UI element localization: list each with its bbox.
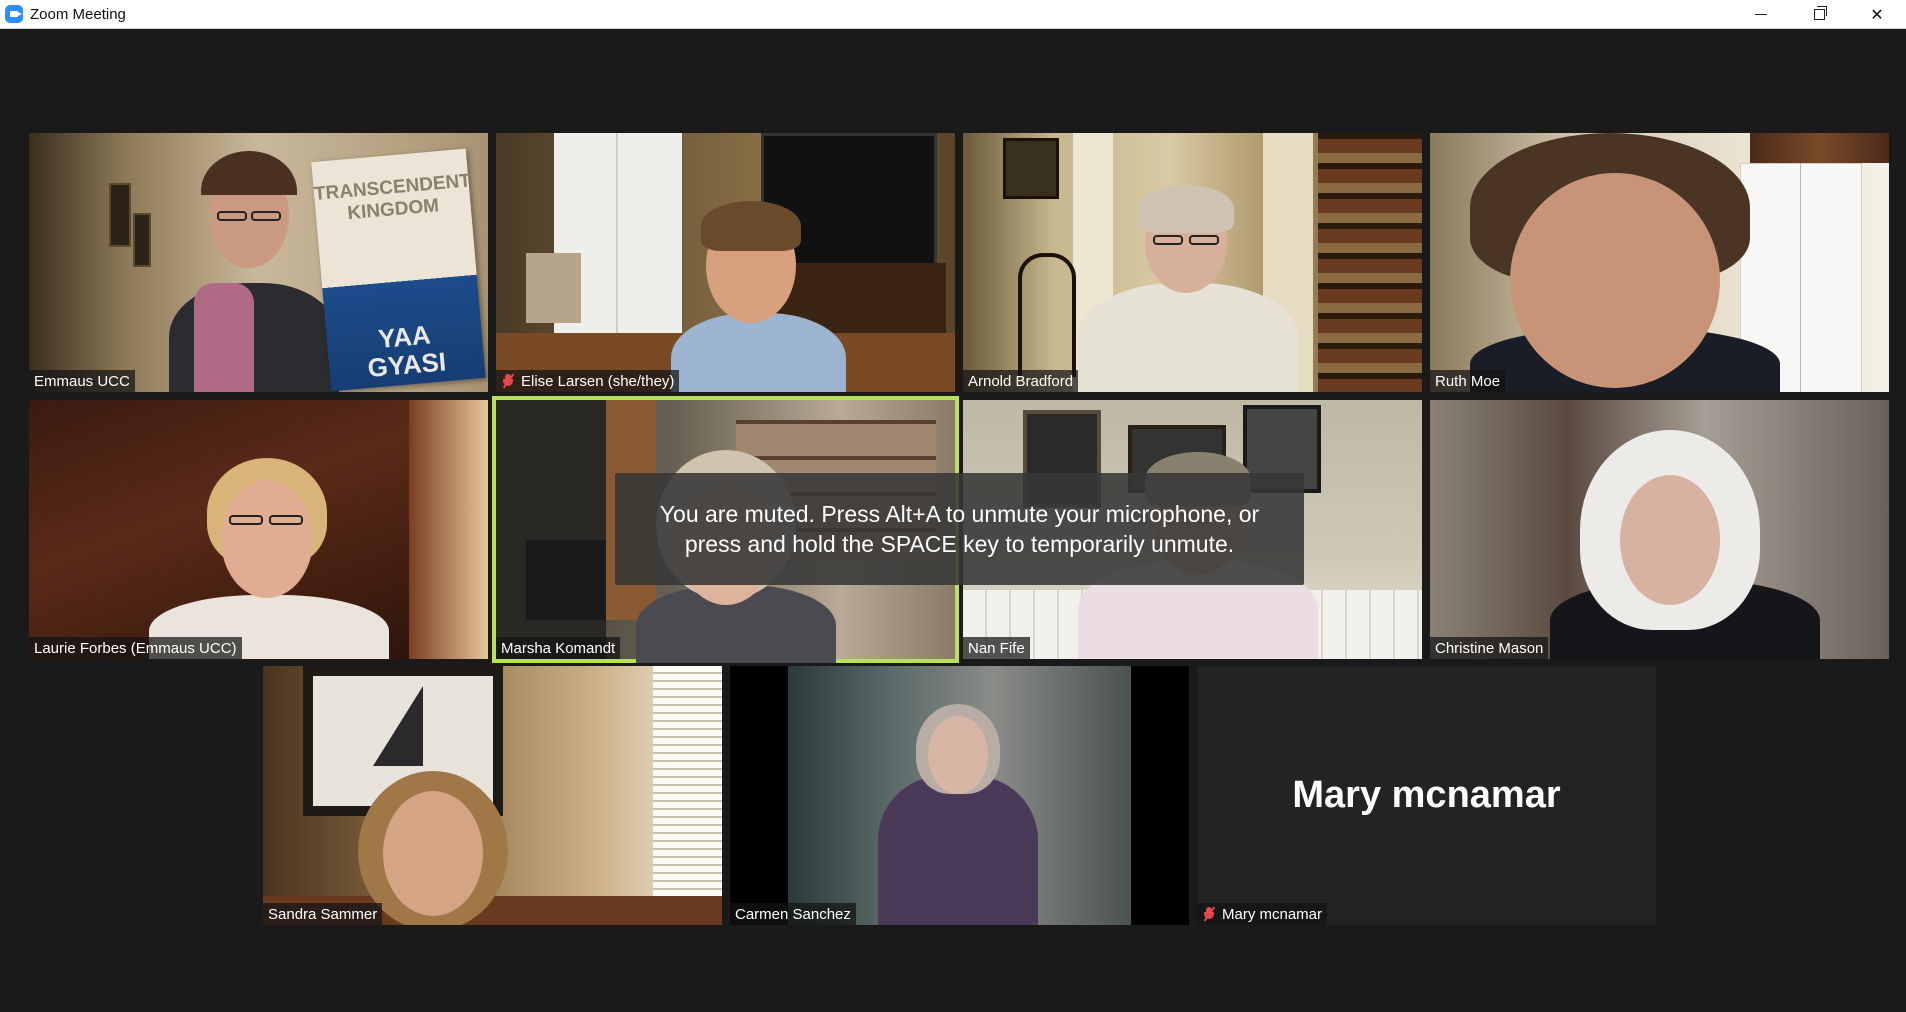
participant-name-tag: Carmen Sanchez <box>730 903 856 925</box>
video-tile-ruth-moe[interactable]: Ruth Moe <box>1430 133 1889 392</box>
participant-display-name: Mary mcnamar <box>1197 666 1656 925</box>
video-tile-sandra-sammer[interactable]: Sandra Sammer <box>263 666 722 925</box>
muted-notification-line1: You are muted. Press Alt+A to unmute you… <box>659 501 1260 527</box>
book-title: TRANSCENDENT KINGDOM <box>313 170 472 225</box>
restore-button[interactable] <box>1790 0 1848 29</box>
muted-notification-line2: press and hold the SPACE key to temporar… <box>684 531 1235 557</box>
video-tile-emmaus-ucc[interactable]: TRANSCENDENT KINGDOM YAA GYASI Emmaus UC… <box>29 133 488 392</box>
video-tile-christine-mason[interactable]: Christine Mason <box>1430 400 1889 659</box>
gallery-view: TRANSCENDENT KINGDOM YAA GYASI Emmaus UC… <box>0 29 1906 1012</box>
video-feed: TRANSCENDENT KINGDOM YAA GYASI <box>29 133 488 392</box>
participant-name: Mary mcnamar <box>1222 905 1323 923</box>
participant-name: Arnold Bradford <box>968 372 1074 390</box>
mic-muted-icon <box>501 372 515 389</box>
participant-name: Nan Fife <box>968 639 1025 657</box>
participant-name-tag: Christine Mason <box>1430 637 1549 659</box>
bookshelf <box>409 400 488 659</box>
participant-name: Christine Mason <box>1435 639 1544 657</box>
video-feed <box>788 666 1131 925</box>
bookshelf <box>1318 133 1422 392</box>
video-tile-laurie-forbes[interactable]: Laurie Forbes (Emmaus UCC) <box>29 400 488 659</box>
participant-name-tag: Elise Larsen (she/they) <box>496 370 680 392</box>
participant-name: Elise Larsen (she/they) <box>521 372 675 390</box>
participant-name-tag: Ruth Moe <box>1430 370 1506 392</box>
participant-name: Marsha Komandt <box>501 639 616 657</box>
video-feed <box>1430 400 1889 659</box>
monitor <box>526 540 606 620</box>
picture-frame <box>109 183 131 247</box>
restore-icon <box>1813 6 1827 20</box>
minimize-icon <box>1755 14 1767 15</box>
participant-name-tag: Arnold Bradford <box>963 370 1079 392</box>
participant-name-tag: Mary mcnamar <box>1197 903 1328 925</box>
muted-notification: You are muted. Press Alt+A to unmute you… <box>615 473 1304 585</box>
participant-name: Emmaus UCC <box>34 372 130 390</box>
video-feed <box>963 133 1422 392</box>
close-icon: ✕ <box>1870 6 1884 24</box>
video-feed <box>263 666 722 925</box>
doorway <box>496 400 606 659</box>
participant-name: Sandra Sammer <box>268 905 378 923</box>
video-tile-mary-mcnamar[interactable]: Mary mcnamar Mary mcnamar <box>1197 666 1656 925</box>
window-title: Zoom Meeting <box>30 5 126 23</box>
video-tile-carmen-sanchez[interactable]: Carmen Sanchez <box>730 666 1189 925</box>
participant-name-tag: Emmaus UCC <box>29 370 135 392</box>
picture-frame <box>133 213 151 267</box>
participant-name-tag: Nan Fife <box>963 637 1030 659</box>
chair <box>1018 253 1076 377</box>
participant-name: Carmen Sanchez <box>735 905 851 923</box>
minimize-button[interactable] <box>1732 0 1790 29</box>
book-author: YAA GYASI <box>366 319 448 384</box>
window-blinds <box>653 666 722 925</box>
mic-muted-icon <box>1202 905 1216 922</box>
window-controls: ✕ <box>1732 0 1906 29</box>
video-feed <box>496 133 955 392</box>
participant-name: Ruth Moe <box>1435 372 1501 390</box>
participant-name-tag: Marsha Komandt <box>496 637 621 659</box>
video-feed <box>1430 133 1889 392</box>
zoom-app-icon <box>5 5 23 23</box>
video-tile-arnold-bradford[interactable]: Arnold Bradford <box>963 133 1422 392</box>
participant-name-tag: Sandra Sammer <box>263 903 383 925</box>
close-button[interactable]: ✕ <box>1848 0 1906 29</box>
picture-frame <box>1003 138 1059 199</box>
participant-name: Laurie Forbes (Emmaus UCC) <box>34 639 237 657</box>
book-cover: TRANSCENDENT KINGDOM YAA GYASI <box>311 148 486 392</box>
video-feed <box>29 400 488 659</box>
window-titlebar: Zoom Meeting ✕ <box>0 0 1906 29</box>
video-tile-elise-larsen[interactable]: Elise Larsen (she/they) <box>496 133 955 392</box>
participant-name-tag: Laurie Forbes (Emmaus UCC) <box>29 637 242 659</box>
